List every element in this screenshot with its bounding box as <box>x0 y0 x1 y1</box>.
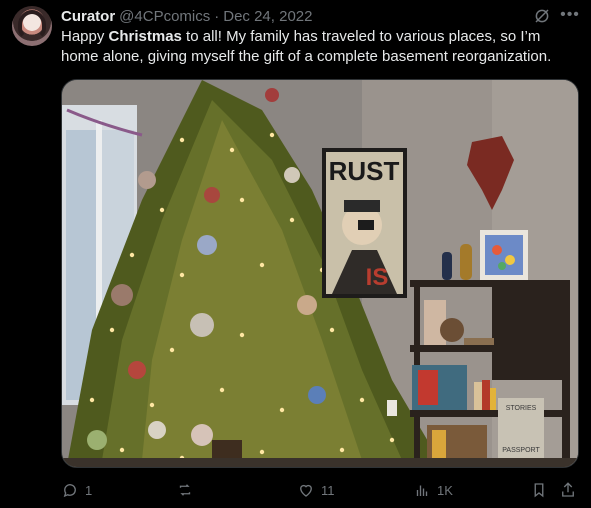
share-button[interactable] <box>559 478 577 502</box>
grok-icon[interactable] <box>533 7 551 25</box>
views-button[interactable]: 1K <box>413 478 453 502</box>
repost-icon <box>179 484 191 496</box>
poster-text-bottom: IS <box>366 264 389 291</box>
reply-count: 1 <box>85 482 93 498</box>
bookmark-button[interactable] <box>530 478 548 502</box>
author-name[interactable]: Curator <box>61 8 115 25</box>
reply-button[interactable]: 1 <box>61 478 92 502</box>
book-subtitle: PASSPORT <box>502 447 540 454</box>
views-count: 1K <box>437 482 453 498</box>
like-count: 11 <box>321 482 335 498</box>
reply-icon <box>63 484 76 498</box>
like-button[interactable]: 11 <box>297 478 335 502</box>
tweet-text-pre: Happy <box>61 28 109 45</box>
tweet-header: Curator @4CPcomics · Dec 24, 2022 <box>61 6 312 26</box>
tweet-text: Happy Christmas to all! My family has tr… <box>61 27 579 67</box>
share-icon <box>562 482 574 497</box>
separator-dot: · <box>214 7 220 25</box>
more-icon[interactable]: ••• <box>560 6 580 26</box>
avatar[interactable] <box>12 6 52 46</box>
action-bar: 1 11 1K <box>61 478 579 502</box>
like-icon <box>300 484 312 497</box>
author-handle[interactable]: @4CPcomics <box>119 8 210 25</box>
post-date[interactable]: Dec 24, 2022 <box>223 8 312 25</box>
book-title: STORIES <box>506 405 537 412</box>
bookmark-icon <box>534 483 544 498</box>
views-icon <box>416 485 428 496</box>
tweet-photo[interactable]: RUST IS STORIES PASSPORT <box>61 79 579 468</box>
poster-text-top: RUST <box>329 156 400 186</box>
tweet-text-bold: Christmas <box>108 28 182 45</box>
repost-button[interactable] <box>176 478 200 502</box>
